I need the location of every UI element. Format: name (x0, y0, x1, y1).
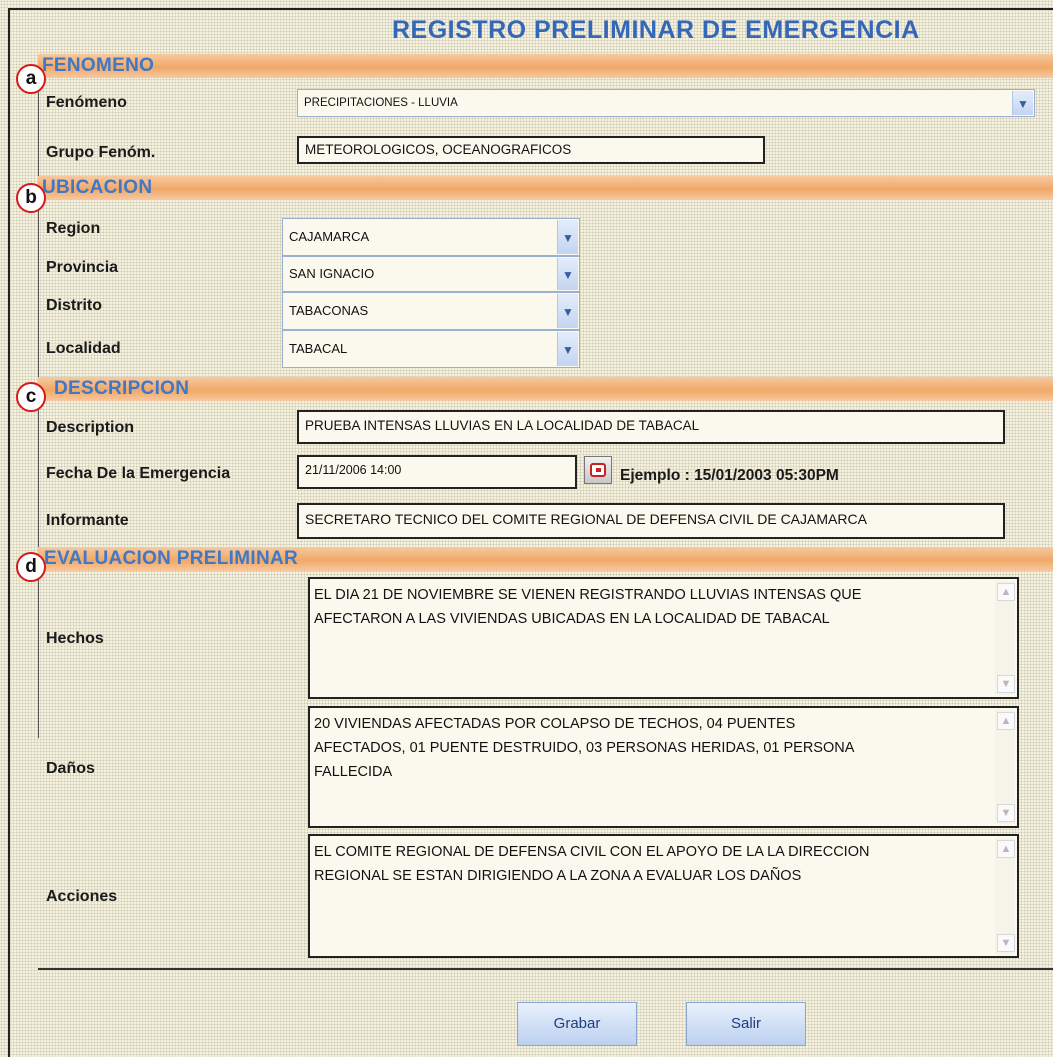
hechos-label: Hechos (46, 630, 104, 647)
informante-label: Informante (46, 512, 129, 529)
chevron-down-icon: ▼ (557, 258, 578, 290)
hechos-textarea[interactable]: EL DIA 21 DE NOVIEMBRE SE VIENEN REGISTR… (308, 577, 1019, 699)
distrito-label: Distrito (46, 297, 102, 314)
description-label: Description (46, 419, 135, 436)
section-bar-descripcion (38, 377, 1053, 401)
chevron-down-icon: ▼ (1012, 91, 1033, 115)
distrito-select-value: TABACONAS (289, 303, 369, 318)
acciones-line: EL COMITE REGIONAL DE DEFENSA CIVIL CON … (314, 844, 870, 860)
danos-line: 20 VIVIENDAS AFECTADAS POR COLAPSO DE TE… (314, 716, 796, 732)
section-title-descripcion: DESCRIPCION (54, 378, 190, 399)
informante-input[interactable]: SECRETARO TECNICO DEL COMITE REGIONAL DE… (297, 503, 1005, 539)
acciones-label: Acciones (46, 888, 118, 905)
danos-line: AFECTADOS, 01 PUENTE DESTRUIDO, 03 PERSO… (314, 740, 855, 756)
hechos-scrollbar[interactable]: ▲ ▼ (995, 581, 1015, 695)
localidad-select[interactable]: TABACAL ▼ (282, 330, 580, 368)
scroll-down-icon[interactable]: ▼ (997, 934, 1015, 952)
scroll-up-icon[interactable]: ▲ (997, 712, 1015, 730)
grupo-fenomeno-label: Grupo Fenóm. (46, 144, 156, 161)
danos-line: FALLECIDA (314, 764, 393, 780)
fecha-example: Ejemplo : 15/01/2003 05:30PM (620, 467, 839, 484)
chevron-down-icon: ▼ (557, 332, 578, 366)
fenomeno-label: Fenómeno (46, 94, 127, 111)
chevron-down-icon: ▼ (557, 220, 578, 254)
acciones-line: REGIONAL SE ESTAN DIRIGIENDO A LA ZONA A… (314, 868, 802, 884)
description-input[interactable]: PRUEBA INTENSAS LLUVIAS EN LA LOCALIDAD … (297, 410, 1005, 444)
region-select-value: CAJAMARCA (289, 229, 370, 244)
acciones-textarea[interactable]: EL COMITE REGIONAL DE DEFENSA CIVIL CON … (308, 834, 1019, 958)
section-title-ubicacion: UBICACION (42, 177, 153, 198)
chevron-down-icon: ▼ (557, 294, 578, 328)
hechos-line: EL DIA 21 DE NOVIEMBRE SE VIENEN REGISTR… (314, 587, 862, 603)
scroll-up-icon[interactable]: ▲ (997, 583, 1015, 601)
region-select[interactable]: CAJAMARCA ▼ (282, 218, 580, 256)
section-badge-a: a (16, 64, 46, 94)
fenomeno-select[interactable]: PRECIPITACIONES - LLUVIA ▼ (297, 89, 1035, 117)
form-bottom-divider (38, 968, 1053, 970)
section-badge-b: b (16, 183, 46, 213)
provincia-select[interactable]: SAN IGNACIO ▼ (282, 256, 580, 292)
acciones-scrollbar[interactable]: ▲ ▼ (995, 838, 1015, 954)
fenomeno-select-value: PRECIPITACIONES - LLUVIA (304, 97, 458, 109)
fecha-label: Fecha De la Emergencia (46, 465, 231, 482)
grupo-fenomeno-field: METEOROLOGICOS, OCEANOGRAFICOS (297, 136, 765, 164)
scroll-down-icon[interactable]: ▼ (997, 675, 1015, 693)
fecha-input[interactable]: 21/11/2006 14:00 (297, 455, 577, 489)
section-bar-fenomeno (38, 54, 1053, 78)
section-badge-c: c (16, 382, 46, 412)
danos-scrollbar[interactable]: ▲ ▼ (995, 710, 1015, 824)
danos-textarea[interactable]: 20 VIVIENDAS AFECTADAS POR COLAPSO DE TE… (308, 706, 1019, 828)
section-bar-ubicacion (38, 176, 1053, 200)
localidad-select-value: TABACAL (289, 341, 348, 356)
page-title: REGISTRO PRELIMINAR DE EMERGENCIA (392, 16, 920, 44)
grabar-button[interactable]: Grabar (517, 1002, 637, 1046)
salir-button[interactable]: Salir (686, 1002, 806, 1046)
localidad-label: Localidad (46, 340, 121, 357)
distrito-select[interactable]: TABACONAS ▼ (282, 292, 580, 330)
section-title-evaluacion: EVALUACION PRELIMINAR (44, 548, 299, 569)
scroll-down-icon[interactable]: ▼ (997, 804, 1015, 822)
section-title-fenomeno: FENOMENO (42, 55, 155, 76)
calendar-icon[interactable] (584, 456, 612, 484)
provincia-label: Provincia (46, 259, 119, 276)
region-label: Region (46, 220, 101, 237)
danos-label: Daños (46, 760, 95, 777)
provincia-select-value: SAN IGNACIO (289, 266, 375, 281)
scroll-up-icon[interactable]: ▲ (997, 840, 1015, 858)
section-badge-d: d (16, 552, 46, 582)
hechos-line: AFECTARON A LAS VIVIENDAS UBICADAS EN LA… (314, 611, 830, 627)
